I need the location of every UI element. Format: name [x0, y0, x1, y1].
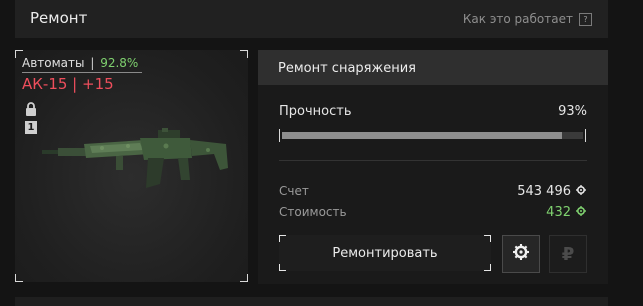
ruble-icon: ₽	[561, 243, 575, 265]
button-corner	[279, 235, 286, 242]
balance-label: Счет	[279, 184, 309, 198]
crown-currency-icon	[513, 244, 529, 264]
question-icon: ?	[579, 12, 592, 26]
frame-corner	[240, 274, 248, 282]
durability-value: 93%	[558, 104, 587, 119]
bar-cap-right	[585, 129, 586, 142]
assault-rifle-icon	[40, 128, 230, 222]
repair-panel-title: Ремонт снаряжения	[278, 61, 416, 76]
repair-panel-header: Ремонт снаряжения	[258, 50, 608, 85]
page-header: Ремонт Как это работает ?	[15, 0, 608, 38]
cost-value: 432	[546, 205, 571, 220]
frame-corner	[240, 50, 248, 58]
durability-bar	[279, 129, 586, 142]
bar-cap-left	[279, 129, 280, 142]
repair-button[interactable]: Ремонтировать	[279, 235, 491, 271]
crown-currency-icon	[576, 184, 586, 199]
repair-panel: Ремонт снаряжения Прочность 93% Счет 543…	[258, 50, 608, 284]
pay-rubles-toggle[interactable]: ₽	[549, 235, 587, 273]
item-category-line: Автоматы | 92.8%	[22, 56, 138, 70]
frame-corner	[15, 274, 23, 282]
button-corner	[484, 264, 491, 271]
how-it-works-link[interactable]: Как это работает ?	[463, 12, 592, 26]
item-card: Автоматы | 92.8% АК-15 | +15 1	[15, 50, 248, 282]
divider	[279, 160, 587, 161]
durability-bar-track	[282, 132, 583, 139]
repair-button-label: Ремонтировать	[332, 246, 438, 261]
item-condition-percent: 92.8%	[100, 56, 139, 70]
item-category: Автоматы	[22, 56, 85, 70]
balance-value-group: 543 496	[517, 184, 586, 199]
page-title: Ремонт	[30, 9, 88, 27]
crown-currency-icon	[576, 205, 586, 220]
lock-icon	[25, 101, 37, 120]
item-name: АК-15 | +15	[22, 75, 114, 93]
category-separator: |	[90, 56, 95, 70]
durability-bar-fill	[282, 132, 562, 139]
durability-label: Прочность	[279, 104, 352, 119]
how-it-works-label: Как это работает	[462, 12, 573, 26]
item-name-underline	[22, 72, 142, 73]
button-corner	[484, 235, 491, 242]
balance-value: 543 496	[517, 184, 571, 199]
pay-crowns-toggle[interactable]	[502, 235, 540, 273]
bottom-panel-edge	[15, 297, 608, 306]
cost-label: Стоимость	[279, 205, 347, 219]
button-corner	[279, 264, 286, 271]
item-count-badge: 1	[25, 121, 37, 134]
cost-value-group: 432	[546, 205, 586, 220]
